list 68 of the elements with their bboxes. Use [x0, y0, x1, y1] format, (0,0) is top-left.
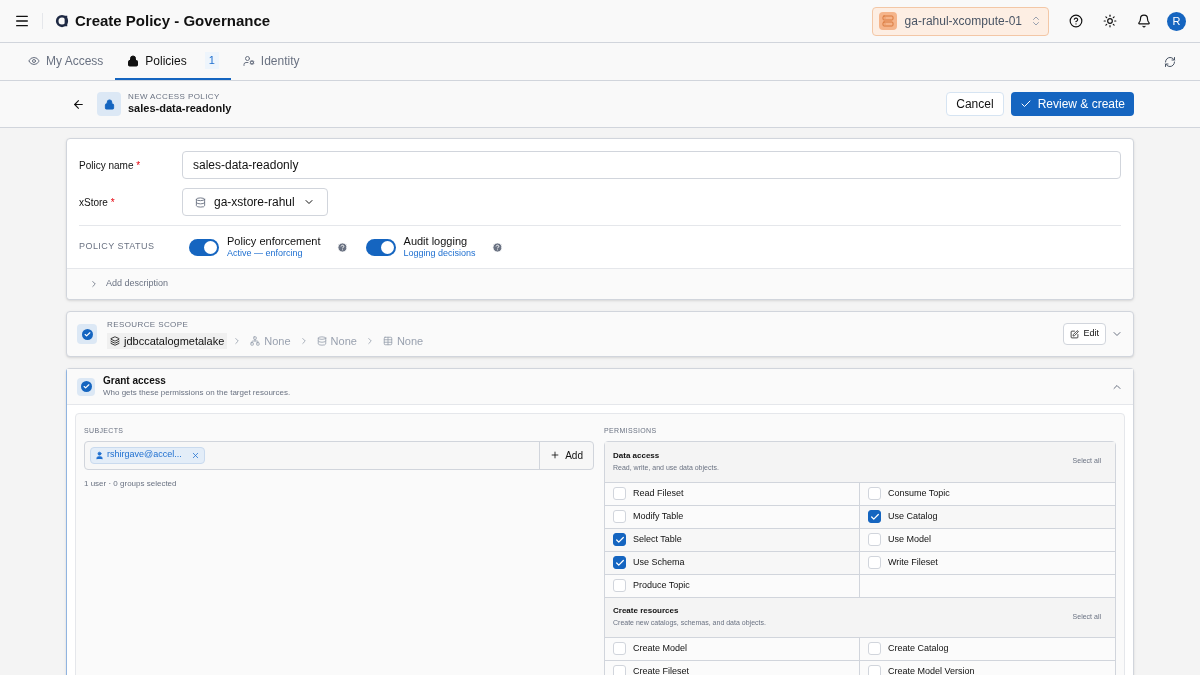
refresh-icon[interactable]: [1164, 55, 1176, 68]
field-label: xStore *: [79, 195, 116, 210]
scope-path-item[interactable]: jdbccatalogmetalake: [107, 332, 228, 350]
menu-icon[interactable]: [14, 13, 30, 29]
check-icon: [869, 511, 880, 522]
group-title: Create resources: [613, 606, 680, 617]
tab[interactable]: My Access: [16, 43, 116, 80]
permission-row[interactable]: Use Model: [860, 527, 1115, 551]
checkbox[interactable]: [613, 556, 626, 569]
theme-icon[interactable]: [1103, 14, 1117, 28]
check-icon: [614, 534, 625, 545]
user-icon: [242, 54, 255, 67]
toggle-status: Logging decisions: [403, 248, 476, 260]
tab[interactable]: Identity: [230, 43, 312, 80]
database-icon: [195, 196, 206, 208]
permission-row[interactable]: Modify Table: [605, 504, 860, 528]
help-icon[interactable]: [1069, 14, 1083, 28]
edit-icon: [1070, 329, 1080, 339]
field-label: Policy name *: [79, 158, 142, 173]
checkbox[interactable]: [868, 510, 881, 523]
toggle-label: Policy enforcement: [227, 234, 321, 249]
toggle-switch[interactable]: [189, 238, 219, 256]
hierarchy-icon: [250, 336, 261, 346]
check-icon: [614, 557, 625, 568]
xstore-dropdown[interactable]: ga-xstore-rahul: [182, 188, 328, 216]
permission-row[interactable]: Read Fileset: [605, 481, 860, 505]
permission-row[interactable]: Select Table: [605, 527, 860, 551]
section-label: POLICY STATUS: [79, 240, 156, 254]
permission-row[interactable]: Create Catalog: [860, 636, 1115, 660]
toggle-label: Audit logging: [403, 234, 469, 249]
group-title: Data access: [613, 450, 661, 461]
app-logo-icon: [55, 14, 69, 28]
policy-title: sales-data-readonly: [128, 102, 232, 116]
layers-icon: [110, 336, 120, 346]
checkbox[interactable]: [613, 533, 626, 546]
section-title: Grant access: [103, 375, 167, 388]
toggle-status: Active — enforcing: [227, 248, 304, 260]
permission-row[interactable]: Produce Topic: [605, 573, 860, 597]
permission-row[interactable]: Consume Topic: [860, 481, 1115, 505]
lock-icon: [127, 54, 140, 67]
cancel-button[interactable]: Cancel: [946, 92, 1004, 116]
table-icon: [382, 336, 393, 346]
database-icon: [316, 336, 327, 346]
permission-row[interactable]: Use Schema: [605, 550, 860, 574]
chevrons-icon: [1030, 15, 1042, 27]
notification-icon[interactable]: [1137, 14, 1151, 28]
toggle-switch[interactable]: [365, 238, 396, 256]
section-subtitle: Who gets these permissions on the target resources.: [103, 387, 291, 398]
permission-row[interactable]: Use Catalog: [860, 504, 1115, 528]
page-title: Create Policy - Governance: [75, 10, 271, 31]
back-icon[interactable]: [72, 97, 85, 111]
user-avatar[interactable]: R: [1167, 11, 1186, 31]
edit-button[interactable]: Edit: [1063, 323, 1106, 345]
policy-name-field[interactable]: sales-data-readonly: [182, 151, 1121, 179]
permission-row[interactable]: Write Fileset: [860, 550, 1115, 574]
chevron-right-icon: [89, 279, 99, 289]
lock-icon: [97, 92, 121, 116]
selection-summary: 1 user · 0 groups selected: [84, 477, 178, 490]
page-eyebrow: NEW ACCESS POLICY: [128, 92, 221, 103]
add-description-toggle[interactable]: Add description: [67, 268, 1133, 299]
check-icon: [1019, 98, 1032, 110]
review-create-button[interactable]: Review & create: [1010, 92, 1134, 116]
count-badge: 1: [204, 52, 219, 69]
section-eyebrow: RESOURCE SCOPE: [107, 318, 190, 331]
workspace-selector[interactable]: ga-rahul-xcompute-01: [871, 6, 1049, 36]
permission-row[interactable]: Create Model: [605, 636, 860, 660]
eye-icon: [28, 54, 40, 67]
server-icon: [878, 12, 897, 30]
